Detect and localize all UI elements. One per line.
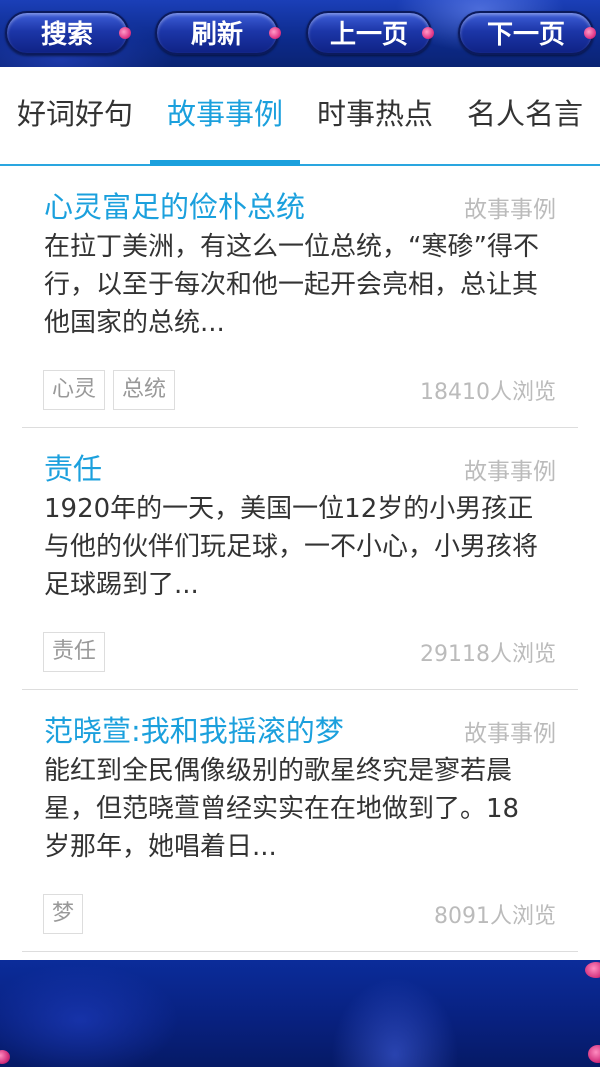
category-tabs: 好词好句 故事事例 时事热点 名人名言 <box>0 67 600 166</box>
article-tag[interactable]: 梦 <box>43 894 84 934</box>
article-list-item[interactable]: 责任 故事事例 1920年的一天，美国一位12岁的小男孩正与他的伙伴们玩足球，一… <box>22 428 578 690</box>
search-button-label: 搜索 <box>40 20 93 50</box>
decorative-dot-icon <box>584 27 596 39</box>
previous-page-button-label: 上一页 <box>329 20 408 50</box>
tab-good-words[interactable]: 好词好句 <box>5 67 145 164</box>
decorative-dot-icon <box>269 27 281 39</box>
search-button[interactable]: 搜索 <box>5 11 131 55</box>
next-page-button[interactable]: 下一页 <box>458 11 596 55</box>
article-tags: 心灵 总统 <box>43 370 183 410</box>
refresh-button[interactable]: 刷新 <box>155 11 281 55</box>
content-panel: 好词好句 故事事例 时事热点 名人名言 心灵富足的俭朴总统 故事事例 在拉丁美洲… <box>0 67 600 960</box>
article-view-count: 18410人浏览 <box>420 380 556 405</box>
article-tags: 责任 <box>43 632 113 672</box>
tab-famous-quotes[interactable]: 名人名言 <box>455 67 595 164</box>
background-decoration <box>0 960 600 1067</box>
article-summary: 1920年的一天，美国一位12岁的小男孩正与他的伙伴们玩足球，一不小心，小男孩将… <box>44 494 539 600</box>
article-list-item[interactable]: 心灵富足的俭朴总统 故事事例 在拉丁美洲，有这么一位总统，“寒碜”得不行，以至于… <box>22 166 578 428</box>
article-summary: 在拉丁美洲，有这么一位总统，“寒碜”得不行，以至于每次和他一起开会亮相，总让其他… <box>44 232 539 338</box>
article-category: 故事事例 <box>464 197 556 223</box>
tab-current-events[interactable]: 时事热点 <box>305 67 445 164</box>
petal-icon <box>0 1050 10 1064</box>
article-category: 故事事例 <box>464 459 556 485</box>
decorative-dot-icon <box>422 27 434 39</box>
article-title[interactable]: 心灵富足的俭朴总统 <box>44 184 305 226</box>
article-tag[interactable]: 责任 <box>43 632 106 672</box>
article-tag[interactable]: 总统 <box>113 370 176 410</box>
article-category: 故事事例 <box>464 721 556 747</box>
top-toolbar: 搜索 刷新 上一页 下一页 <box>0 0 600 67</box>
article-tags: 梦 <box>43 894 91 934</box>
previous-page-button[interactable]: 上一页 <box>306 11 434 55</box>
article-view-count: 8091人浏览 <box>434 904 556 929</box>
petal-icon <box>588 1045 600 1063</box>
article-tag[interactable]: 心灵 <box>43 370 106 410</box>
article-title[interactable]: 范晓萱:我和我摇滚的梦 <box>44 708 344 750</box>
next-page-button-label: 下一页 <box>486 20 565 50</box>
decorative-dot-icon <box>119 27 131 39</box>
refresh-button-label: 刷新 <box>190 20 243 50</box>
article-list-item[interactable]: 范晓萱:我和我摇滚的梦 故事事例 能红到全民偶像级别的歌星终究是寥若晨星，但范晓… <box>22 690 578 952</box>
tab-stories[interactable]: 故事事例 <box>150 67 300 164</box>
article-title[interactable]: 责任 <box>44 446 102 488</box>
article-summary: 能红到全民偶像级别的歌星终究是寥若晨星，但范晓萱曾经实实在在地做到了。18岁那年… <box>44 756 520 862</box>
petal-icon <box>585 962 600 978</box>
article-view-count: 29118人浏览 <box>420 642 556 667</box>
